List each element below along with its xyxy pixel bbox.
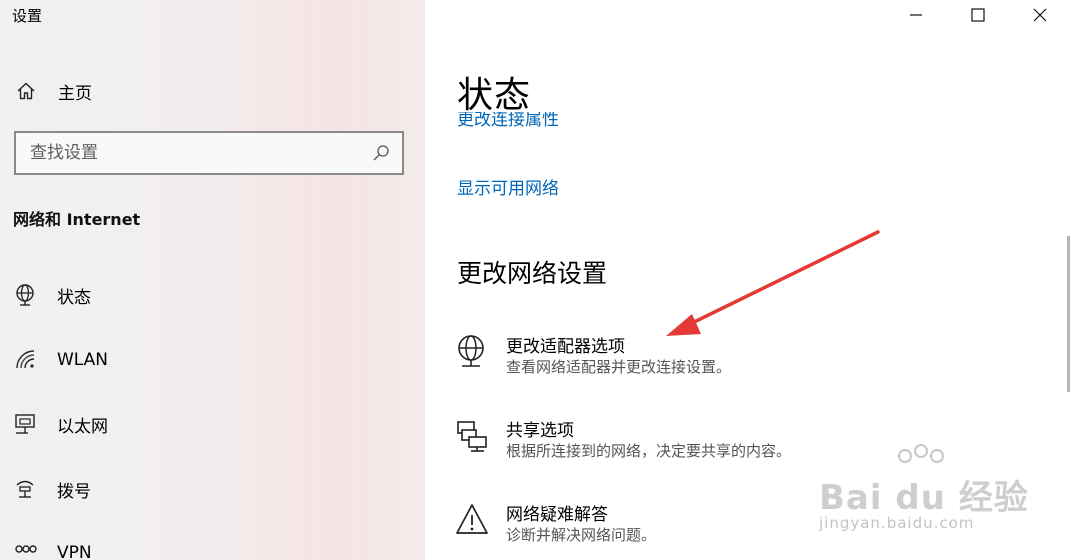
minimize-button[interactable] — [885, 0, 947, 30]
ethernet-icon — [15, 414, 35, 434]
wifi-icon — [16, 350, 35, 369]
option-title: 更改适配器选项 — [506, 337, 625, 357]
paw-icon — [898, 444, 944, 463]
sidebar-item-label: 主页 — [58, 83, 92, 104]
sidebar-item-wlan[interactable]: WLAN — [14, 346, 108, 374]
sidebar: 设置 主页 网络和 Internet 状态 WLAN — [0, 0, 425, 560]
sidebar-item-label: 拨号 — [57, 481, 91, 502]
sidebar-item-home[interactable]: 主页 — [16, 78, 92, 104]
option-description: 诊断并解决网络问题。 — [506, 526, 657, 544]
adapter-options-item[interactable]: 更改适配器选项 查看网络适配器并更改连接设置。 — [455, 332, 875, 382]
search-box[interactable] — [14, 131, 404, 175]
adapter-icon — [458, 335, 484, 367]
sidebar-item-label: WLAN — [57, 350, 109, 370]
sidebar-item-label: 状态 — [57, 287, 91, 308]
minimize-icon — [910, 14, 922, 16]
sharing-icon — [457, 421, 487, 452]
sidebar-item-vpn[interactable]: VPN — [14, 539, 92, 560]
globe-icon — [16, 284, 34, 306]
link-label: 更改连接属性 — [457, 112, 559, 128]
close-icon — [1033, 8, 1047, 22]
sidebar-item-status[interactable]: 状态 — [14, 281, 91, 309]
close-button[interactable] — [1009, 0, 1071, 30]
sidebar-item-label: 以太网 — [57, 416, 108, 437]
scrollbar-thumb[interactable] — [1067, 236, 1070, 392]
window-controls — [885, 0, 1071, 30]
app-title: 设置 — [12, 7, 43, 25]
home-icon — [17, 82, 35, 100]
option-title: 共享选项 — [506, 421, 574, 441]
network-troubleshooter-item[interactable]: 网络疑难解答 诊断并解决网络问题。 — [455, 500, 875, 550]
change-connection-properties-link[interactable]: 更改连接属性 — [457, 112, 657, 128]
page-title: 状态 — [457, 75, 532, 116]
sidebar-section-heading: 网络和 Internet — [13, 210, 141, 229]
sharing-options-item[interactable]: 共享选项 根据所连接到的网络，决定要共享的内容。 — [455, 416, 875, 466]
warning-icon — [456, 504, 488, 534]
maximize-icon — [971, 8, 985, 22]
change-network-settings-heading: 更改网络设置 — [457, 259, 608, 288]
option-description: 根据所连接到的网络，决定要共享的内容。 — [506, 442, 792, 460]
maximize-button[interactable] — [947, 0, 1009, 30]
show-available-networks-link[interactable]: 显示可用网络 — [457, 174, 559, 199]
search-input[interactable] — [16, 133, 402, 173]
sidebar-item-label: VPN — [57, 543, 92, 560]
dialup-icon — [16, 480, 34, 498]
search-icon[interactable] — [372, 144, 390, 162]
sidebar-item-ethernet[interactable]: 以太网 — [14, 410, 108, 438]
vpn-icon — [15, 545, 37, 553]
option-title: 网络疑难解答 — [506, 505, 608, 525]
option-description: 查看网络适配器并更改连接设置。 — [506, 358, 732, 376]
sidebar-item-dialup[interactable]: 拨号 — [14, 475, 91, 503]
